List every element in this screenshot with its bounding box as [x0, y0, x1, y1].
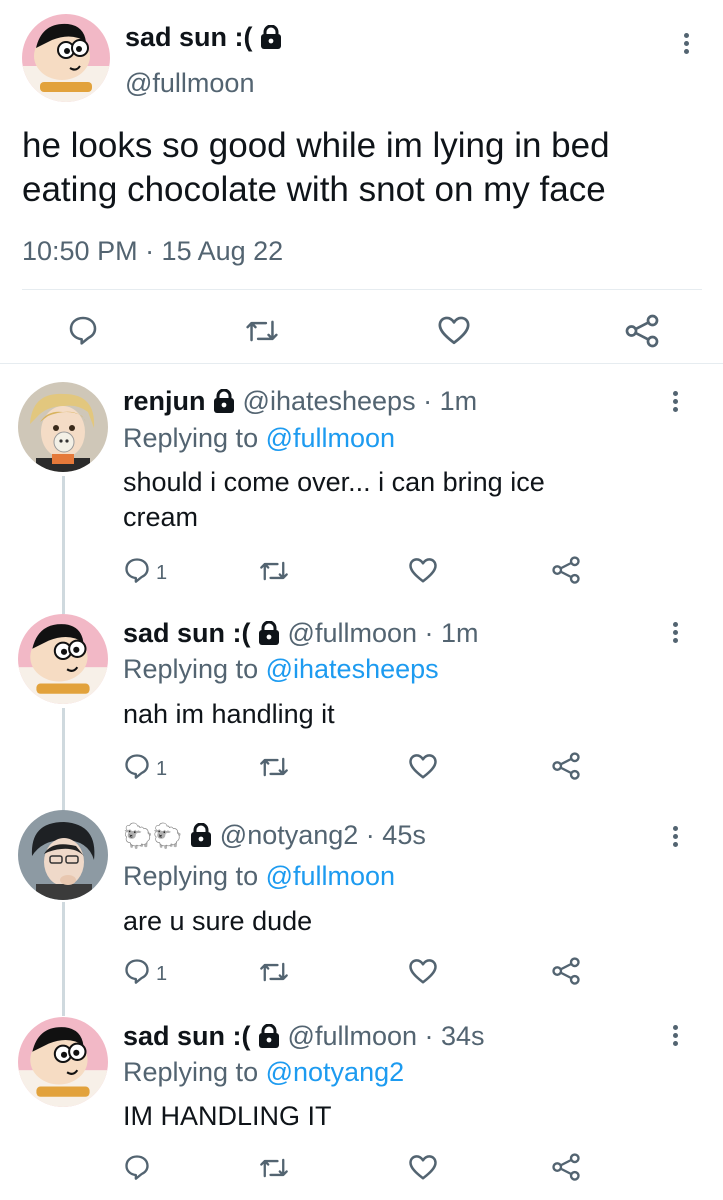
- avatar[interactable]: [18, 382, 108, 472]
- handle[interactable]: @notyang2 · 45s: [220, 820, 426, 850]
- author-handle[interactable]: @fullmoon: [125, 68, 254, 99]
- reply-count: 1: [156, 758, 168, 780]
- tweet-text-line: eating chocolate with snot on my face: [22, 170, 606, 209]
- replying-prefix: Replying to: [123, 1057, 259, 1087]
- tweet-text-line: he looks so good while im lying in bed: [22, 126, 610, 165]
- reply-count: 1: [156, 963, 168, 985]
- display-name[interactable]: sad sun :(: [123, 1021, 251, 1051]
- display-name[interactable]: 🐑🐑: [123, 823, 183, 850]
- reply-count: 1: [156, 562, 168, 584]
- avatar[interactable]: [22, 14, 110, 102]
- reply-text-line: IM HANDLING IT: [123, 1101, 332, 1131]
- share-icon[interactable]: [551, 751, 581, 781]
- display-name: sad sun :(: [125, 22, 253, 52]
- replying-to: Replying to @ihatesheeps: [123, 654, 439, 685]
- more-options-icon[interactable]: [671, 391, 679, 415]
- replying-prefix: Replying to: [123, 423, 259, 453]
- divider: [0, 363, 723, 364]
- mention-link[interactable]: @ihatesheeps: [266, 654, 439, 684]
- more-options-icon[interactable]: [671, 1025, 679, 1049]
- replying-to: Replying to @fullmoon: [123, 861, 395, 892]
- reply-text-line: are u sure dude: [123, 906, 313, 936]
- reply-icon[interactable]: [123, 556, 151, 584]
- replying-prefix: Replying to: [123, 861, 259, 891]
- handle[interactable]: @fullmoon · 1m: [288, 618, 479, 648]
- retweet-icon[interactable]: [259, 958, 289, 986]
- mention-link[interactable]: @notyang2: [266, 1057, 405, 1087]
- lock-icon: [258, 1023, 280, 1055]
- reply-text: are u sure dude: [123, 904, 683, 939]
- retweet-icon[interactable]: [259, 753, 289, 781]
- retweet-icon[interactable]: [245, 315, 279, 347]
- more-options-icon[interactable]: [671, 622, 679, 646]
- lock-icon: [260, 24, 282, 56]
- thread-line: [62, 708, 65, 812]
- reply-header: sad sun :( @fullmoon · 1m: [123, 618, 479, 652]
- reply-icon[interactable]: [123, 1153, 151, 1181]
- reply-text-line: should i come over... i can bring ice: [123, 467, 545, 497]
- share-icon[interactable]: [551, 1152, 581, 1182]
- heart-icon[interactable]: [408, 752, 438, 780]
- retweet-icon[interactable]: [259, 1154, 289, 1182]
- author-name[interactable]: sad sun :(: [125, 22, 282, 56]
- divider: [22, 289, 702, 290]
- avatar[interactable]: [18, 614, 108, 704]
- share-icon[interactable]: [624, 313, 660, 349]
- replying-prefix: Replying to: [123, 654, 259, 684]
- heart-icon[interactable]: [437, 314, 471, 346]
- avatar[interactable]: [18, 810, 108, 900]
- tweet-text: he looks so good while im lying in bed e…: [22, 124, 610, 212]
- lock-icon: [190, 822, 212, 854]
- more-options-icon[interactable]: [671, 826, 679, 850]
- reply-header: 🐑🐑 @notyang2 · 45s: [123, 820, 426, 854]
- reply-text: IM HANDLING IT: [123, 1099, 683, 1134]
- reply-header: renjun @ihatesheeps · 1m: [123, 386, 477, 420]
- thread-line: [62, 902, 65, 1016]
- mention-link[interactable]: @fullmoon: [266, 423, 395, 453]
- reply-icon[interactable]: [123, 752, 151, 780]
- heart-icon[interactable]: [408, 556, 438, 584]
- more-options-icon[interactable]: [682, 33, 690, 57]
- heart-icon[interactable]: [408, 957, 438, 985]
- share-icon[interactable]: [551, 956, 581, 986]
- handle[interactable]: @ihatesheeps · 1m: [243, 386, 478, 416]
- tweet-timestamp[interactable]: 10:50 PM · 15 Aug 22: [22, 236, 283, 267]
- reply-text-line: cream: [123, 502, 199, 532]
- share-icon[interactable]: [551, 555, 581, 585]
- handle[interactable]: @fullmoon · 34s: [288, 1021, 485, 1051]
- lock-icon: [258, 620, 280, 652]
- reply-header: sad sun :( @fullmoon · 34s: [123, 1021, 485, 1055]
- display-name[interactable]: sad sun :(: [123, 618, 251, 648]
- thread-line: [62, 476, 65, 614]
- reply-text: should i come over... i can bring ice cr…: [123, 465, 683, 535]
- lock-icon: [213, 388, 235, 420]
- heart-icon[interactable]: [408, 1153, 438, 1181]
- retweet-icon[interactable]: [259, 557, 289, 585]
- reply-icon[interactable]: [67, 314, 99, 346]
- display-name[interactable]: renjun: [123, 386, 206, 416]
- mention-link[interactable]: @fullmoon: [266, 861, 395, 891]
- reply-text-line: nah im handling it: [123, 699, 335, 729]
- reply-text: nah im handling it: [123, 697, 683, 732]
- reply-icon[interactable]: [123, 957, 151, 985]
- replying-to: Replying to @fullmoon: [123, 423, 395, 454]
- replying-to: Replying to @notyang2: [123, 1057, 404, 1088]
- avatar[interactable]: [18, 1017, 108, 1107]
